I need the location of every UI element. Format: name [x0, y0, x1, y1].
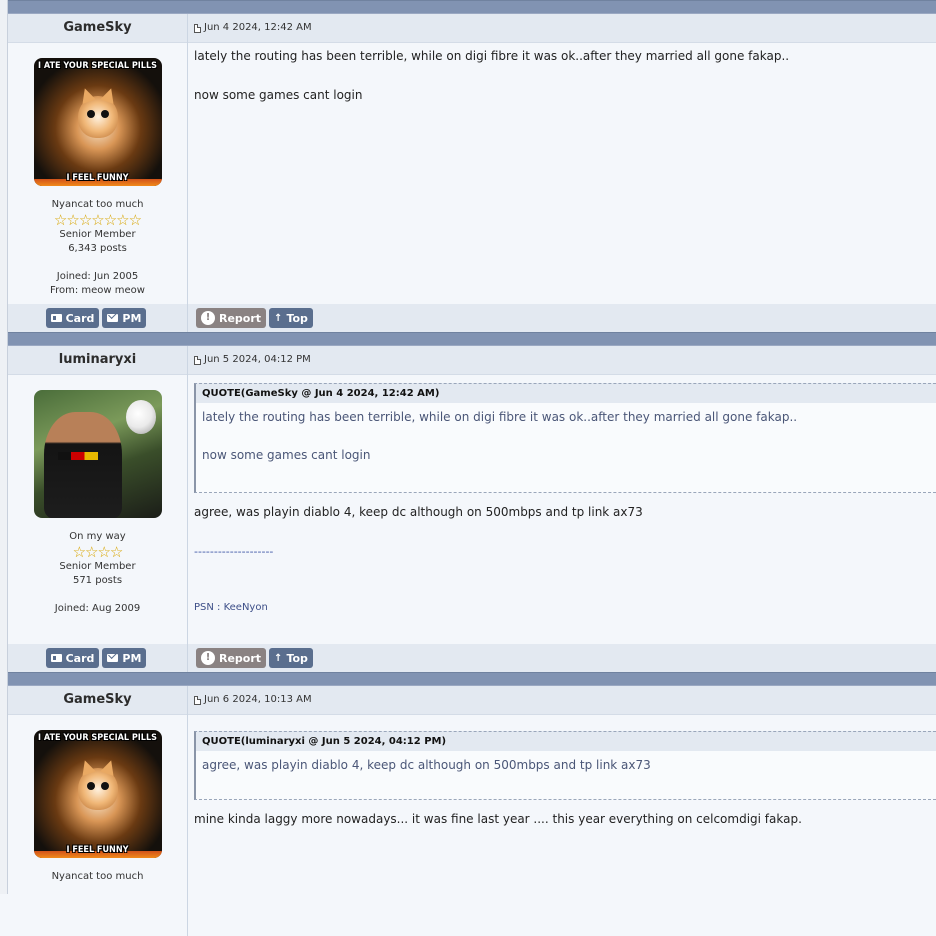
author-panel: GameSky I ATE YOUR SPECIAL PILLS I FEEL … [8, 686, 188, 936]
rank-stars-icon: ☆☆☆☆ [72, 543, 124, 561]
post-body: mine kinda laggy more nowadays... it was… [188, 800, 936, 830]
avatar-caption-top: I ATE YOUR SPECIAL PILLS [38, 61, 157, 71]
joined-date: Joined: Jun 2005 [56, 271, 139, 282]
avatar-caption-bottom: I FEEL FUNNY [66, 173, 129, 183]
arrow-up-icon: ↑ [274, 312, 283, 324]
quote-header: QUOTE(GameSky @ Jun 4 2024, 12:42 AM) [194, 383, 936, 403]
post-text-line: mine kinda laggy more nowadays... it was… [194, 812, 802, 826]
quote-text-line: now some games cant login [202, 448, 371, 462]
post-content: Jun 5 2024, 04:12 PM QUOTE(GameSky @ Jun… [188, 346, 936, 672]
post-date-bar: Jun 6 2024, 10:13 AM [188, 686, 936, 715]
post-actions: ! Report ↑ Top [188, 304, 936, 332]
report-button[interactable]: ! Report [196, 308, 267, 328]
post-date-bar: Jun 4 2024, 12:42 AM [188, 14, 936, 43]
author-panel: luminaryxi On my way ☆☆☆☆ Senior Member … [8, 346, 188, 672]
member-rank: Senior Member [59, 229, 136, 240]
post-text-line: now some games cant login [194, 88, 363, 102]
avatar[interactable]: I ATE YOUR SPECIAL PILLS I FEEL FUNNY [33, 730, 162, 858]
post-body: agree, was playin diablo 4, keep dc alth… [188, 493, 936, 523]
location: From: meow meow [50, 285, 145, 296]
page-left-border [0, 0, 8, 894]
post: GameSky I ATE YOUR SPECIAL PILLS I FEEL … [8, 686, 936, 936]
author-info: Nyancat too much ☆☆☆☆☆☆☆ Senior Member 6… [8, 198, 187, 298]
cat-image [77, 758, 118, 810]
cat-image [77, 86, 118, 138]
avatar-caption-bottom: I FEEL FUNNY [66, 845, 129, 855]
post-divider [8, 672, 936, 686]
avatar[interactable]: I ATE YOUR SPECIAL PILLS I FEEL FUNNY [33, 58, 162, 186]
card-button[interactable]: Card [45, 648, 100, 668]
quote-body: lately the routing has been terrible, wh… [194, 403, 936, 493]
post-body: lately the routing has been terrible, wh… [188, 43, 936, 106]
post-date: Jun 6 2024, 10:13 AM [204, 694, 312, 705]
rank-stars-icon: ☆☆☆☆☆☆☆ [53, 211, 142, 229]
post-actions: ! Report ↑ Top [188, 644, 936, 672]
quote-body: agree, was playin diablo 4, keep dc alth… [194, 751, 936, 800]
post-text-line: lately the routing has been terrible, wh… [194, 49, 790, 63]
pm-button[interactable]: PM [102, 648, 147, 668]
post-divider [8, 0, 936, 14]
post-link-icon[interactable] [194, 695, 201, 705]
author-info: On my way ☆☆☆☆ Senior Member 571 posts J… [8, 530, 187, 616]
quote-text-line: lately the routing has been terrible, wh… [202, 410, 798, 424]
card-icon [50, 654, 62, 662]
post-date-bar: Jun 5 2024, 04:12 PM [188, 346, 936, 375]
card-icon [50, 314, 62, 322]
author-panel: GameSky I ATE YOUR SPECIAL PILLS I FEEL … [8, 14, 188, 332]
member-title: On my way [69, 531, 126, 542]
post-count: 6,343 posts [68, 243, 127, 254]
topic-post-list: GameSky I ATE YOUR SPECIAL PILLS I FEEL … [8, 0, 936, 936]
mail-icon [107, 654, 119, 662]
author-info: Nyancat too much [8, 870, 187, 884]
report-icon: ! [201, 311, 215, 325]
joined-date: Joined: Aug 2009 [54, 603, 141, 614]
post-date: Jun 5 2024, 04:12 PM [204, 354, 311, 365]
author-actions: Card PM [8, 304, 187, 332]
post-content: Jun 6 2024, 10:13 AM QUOTE(luminaryxi @ … [188, 686, 936, 936]
signature-separator: -------------------- [194, 544, 274, 558]
post-text-line: agree, was playin diablo 4, keep dc alth… [194, 505, 643, 519]
post-count: 571 posts [72, 575, 123, 586]
pm-button[interactable]: PM [102, 308, 147, 328]
author-name[interactable]: GameSky [8, 14, 187, 43]
arrow-up-icon: ↑ [274, 652, 283, 664]
player-image [43, 412, 122, 518]
report-icon: ! [201, 651, 215, 665]
quote-header: QUOTE(luminaryxi @ Jun 5 2024, 04:12 PM) [194, 731, 936, 751]
post: luminaryxi On my way ☆☆☆☆ Senior Member … [8, 346, 936, 672]
post-divider [8, 332, 936, 346]
football-image [125, 400, 156, 434]
signature: PSN : KeeNyon [194, 601, 268, 613]
top-button[interactable]: ↑ Top [269, 308, 313, 328]
author-name[interactable]: GameSky [8, 686, 187, 715]
post: GameSky I ATE YOUR SPECIAL PILLS I FEEL … [8, 14, 936, 332]
post-link-icon[interactable] [194, 355, 201, 365]
member-title: Nyancat too much [51, 199, 144, 210]
member-title: Nyancat too much [51, 871, 144, 882]
top-button[interactable]: ↑ Top [269, 648, 313, 668]
quote-text-line: agree, was playin diablo 4, keep dc alth… [202, 758, 651, 772]
report-button[interactable]: ! Report [196, 648, 267, 668]
post-link-icon[interactable] [194, 23, 201, 33]
author-name[interactable]: luminaryxi [8, 346, 187, 375]
author-actions: Card PM [8, 644, 187, 672]
post-content: Jun 4 2024, 12:42 AM lately the routing … [188, 14, 936, 332]
avatar-caption-top: I ATE YOUR SPECIAL PILLS [38, 733, 157, 743]
post-date: Jun 4 2024, 12:42 AM [204, 22, 312, 33]
card-button[interactable]: Card [45, 308, 100, 328]
mail-icon [107, 314, 119, 322]
member-rank: Senior Member [59, 561, 136, 572]
avatar[interactable] [33, 390, 162, 518]
